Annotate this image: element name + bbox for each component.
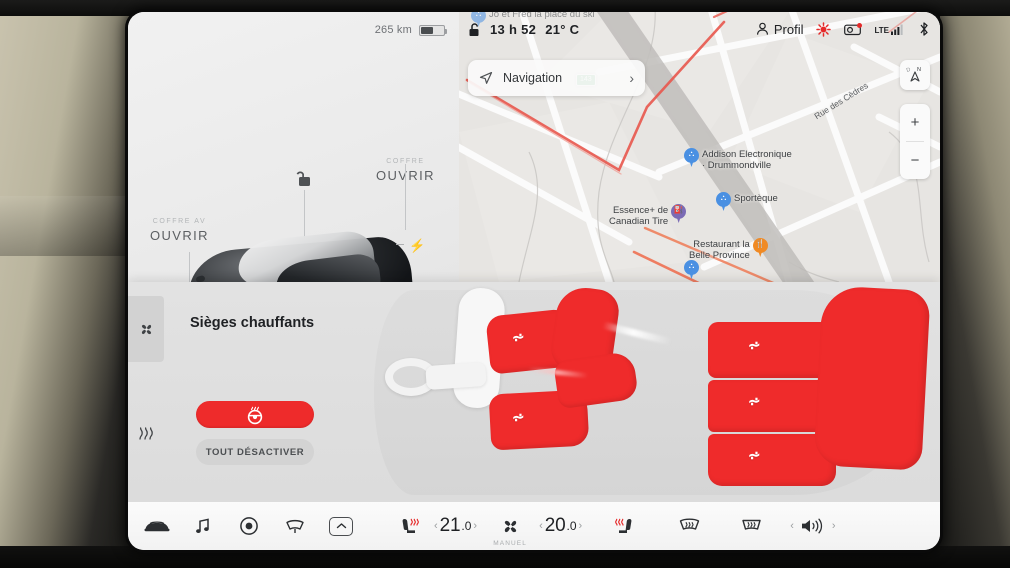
turn-off-all-button[interactable]: TOUT DÉSACTIVER xyxy=(196,439,314,465)
turn-off-all-label: TOUT DÉSACTIVER xyxy=(205,446,305,458)
poi-label: Sportèque xyxy=(734,193,778,204)
driver-temp-stepper[interactable]: ‹ 21 .0 › xyxy=(434,502,477,550)
volume-icon[interactable] xyxy=(800,517,826,535)
shop-pin-icon: ⛬ xyxy=(684,148,699,167)
climate-panel[interactable]: Sièges chauffants TOUT DÉSACTIVER ⩫ ⩫ ⩫ … xyxy=(128,282,940,502)
tesla-touchscreen[interactable]: 265 km COFFRE AV OUVRIR COFFRE OUVRIR xyxy=(128,12,940,550)
media-volume-dial-icon[interactable] xyxy=(226,502,272,550)
car-controls-icon[interactable] xyxy=(134,502,180,550)
driver-seat-heat-icon[interactable] xyxy=(388,502,434,550)
navigation-search-bar[interactable]: Navigation › xyxy=(468,60,645,96)
volume-stepper[interactable]: ‹ › xyxy=(790,502,836,550)
poi-label: Addison Electronique · Drummondville xyxy=(702,149,792,171)
zoom-out-button[interactable]: − xyxy=(900,142,930,179)
poi-label: Jo et Fred la place du ski xyxy=(489,12,595,20)
climate-fan-red-icon[interactable] xyxy=(816,21,832,37)
poi-marker[interactable]: ⛬ Sportèque xyxy=(716,192,778,211)
shop-pin-icon: ⛬ xyxy=(684,260,699,279)
recording-dot xyxy=(857,22,863,28)
passenger-temp-stepper[interactable]: ‹ 20 .0 › xyxy=(539,502,582,550)
seat-heat-icon[interactable] xyxy=(128,408,164,458)
fan-icon[interactable] xyxy=(128,296,164,362)
charge-port-bolt-icon[interactable]: ⚡ xyxy=(409,238,425,254)
heat-level-icon: ⩫ xyxy=(512,329,525,346)
zoom-controls[interactable]: + − xyxy=(900,104,930,179)
fan-speed-icon[interactable]: MANUEL xyxy=(487,502,533,550)
svg-text:D: D xyxy=(906,67,912,74)
chevron-right-icon[interactable]: › xyxy=(629,70,634,86)
rear-defrost-icon[interactable] xyxy=(728,502,774,550)
poi-marker-faded[interactable]: ⛬ Jo et Fred la place du ski xyxy=(471,12,595,27)
unlocked-padlock-icon[interactable] xyxy=(296,169,312,187)
seat-diagram[interactable]: ⩫ ⩫ ⩫ ⩫ ⩫ xyxy=(338,282,940,502)
lte-signal-icon: LTE xyxy=(874,23,905,35)
restaurant-pin-icon: 🍴 xyxy=(752,238,768,257)
driver-temp-decimal: .0 xyxy=(461,519,472,533)
expand-climate-icon[interactable] xyxy=(318,502,364,550)
battery-status[interactable]: 265 km xyxy=(374,24,447,36)
poi-marker[interactable]: ⛬ xyxy=(684,260,699,279)
range-label: 265 km xyxy=(374,24,412,36)
navigation-arrow-icon xyxy=(479,71,493,85)
zoom-in-button[interactable]: + xyxy=(900,104,930,141)
climate-side-tabs[interactable] xyxy=(128,282,164,502)
person-icon xyxy=(756,22,768,35)
volume-increase[interactable]: › xyxy=(832,520,836,532)
panel-title: Sièges chauffants xyxy=(190,315,315,331)
steering-wheel-heater-button[interactable] xyxy=(196,401,314,428)
poi-marker[interactable]: ⛬ Addison Electronique · Drummondville xyxy=(684,148,792,171)
fan-mode-label: MANUEL xyxy=(493,540,527,547)
unlocked-padlock-status-icon[interactable] xyxy=(467,22,481,37)
dashboard-right xyxy=(940,0,1010,568)
poi-label: Restaurant la Belle Province xyxy=(689,239,750,261)
battery-icon xyxy=(419,24,447,36)
wiper-icon[interactable] xyxy=(272,502,318,550)
camera-icon[interactable] xyxy=(844,22,863,36)
passenger-temp-increase[interactable]: › xyxy=(579,520,583,532)
passenger-temp-value: 20 xyxy=(544,515,566,536)
driver-temp-value: 21 xyxy=(439,515,461,536)
front-defrost-icon[interactable] xyxy=(666,502,712,550)
charge-port-leader xyxy=(396,244,404,245)
poi-marker[interactable]: Restaurant la Belle Province 🍴 xyxy=(689,238,768,261)
passenger-temp-decimal: .0 xyxy=(566,519,577,533)
compass-button[interactable]: D N xyxy=(900,60,930,90)
steering-column xyxy=(425,361,487,391)
navigation-label: Navigation xyxy=(503,71,563,85)
heat-level-icon: ⩫ xyxy=(748,447,761,464)
photo-frame: 265 km COFFRE AV OUVRIR COFFRE OUVRIR xyxy=(0,0,1010,568)
media-music-icon[interactable] xyxy=(180,502,226,550)
poi-label: Essence+ de Canadian Tire xyxy=(609,205,669,227)
profile-button[interactable]: Profil xyxy=(756,21,804,37)
shop-pin-icon: ⛬ xyxy=(716,192,731,211)
steering-wheel-heat-icon xyxy=(247,406,263,424)
dashboard-trim xyxy=(0,196,132,256)
fuel-pin-icon: ⛽ xyxy=(671,204,687,223)
heat-level-icon: ⩫ xyxy=(512,409,525,426)
seat-front-right-cushion[interactable] xyxy=(553,350,666,416)
dashboard-left xyxy=(0,0,132,568)
bluetooth-icon[interactable] xyxy=(918,21,930,37)
heat-level-icon: ⩫ xyxy=(748,393,761,410)
volume-decrease[interactable]: ‹ xyxy=(790,520,794,532)
map-pane[interactable]: Rue des Cèdres 143 ⛬ Addison Electroniqu… xyxy=(459,12,940,282)
passenger-seat-heat-icon[interactable] xyxy=(600,502,646,550)
bottom-control-bar[interactable]: ‹ 21 .0 › MANUEL ‹ 20 .0 › ‹ › xyxy=(128,502,940,550)
heat-level-icon: ⩫ xyxy=(748,337,761,354)
profile-label: Profil xyxy=(773,21,804,37)
seat-rear-right-backrest[interactable] xyxy=(813,285,940,478)
poi-marker[interactable]: Essence+ de Canadian Tire ⛽ xyxy=(609,204,687,227)
lte-label: LTE xyxy=(874,26,889,35)
driver-temp-increase[interactable]: › xyxy=(473,520,477,532)
svg-text:N: N xyxy=(917,67,921,73)
